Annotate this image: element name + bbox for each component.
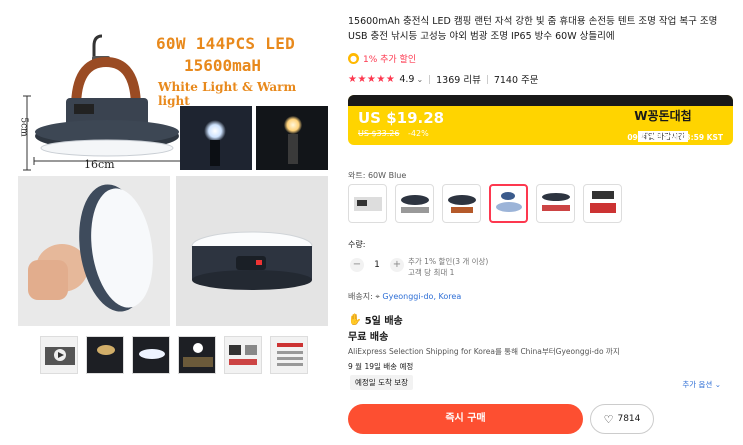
variant-swatch-5[interactable] (536, 184, 575, 223)
delivery-guarantee-badge: 예정일 도착 보장 (350, 375, 414, 390)
promo-text-light: White Light & Warm light (158, 80, 297, 108)
star-rating-icon: ★★★★★ (348, 73, 396, 85)
thumbnail-specs[interactable] (270, 336, 308, 374)
rating-row: ★★★★★ 4.9 ⌄ 1369 리뷰 7140 주문 (348, 72, 539, 87)
sale-logo: W꽁돈대첩 (634, 109, 692, 123)
hand-holding-lantern-photo (18, 176, 170, 326)
coin-icon: ● (348, 53, 359, 64)
variant-swatches (348, 184, 622, 223)
variant-swatch-1[interactable] (348, 184, 387, 223)
sale-end-time: 09월19일 PM 03:59 KST (627, 133, 723, 142)
promo-text-power: 60W 144PCS LED (156, 34, 296, 53)
ship-to-row[interactable]: 배송지: ⌖ Gyeonggi-do, Korea (348, 291, 461, 302)
current-price: US $19.28 (358, 109, 445, 127)
delivery-days: ✋ 5일 배송 (348, 312, 403, 327)
divider (429, 74, 431, 84)
quantity-stepper: − 1 + (350, 258, 404, 272)
quantity-limit-note: 고객 당 최대 1 (408, 268, 455, 277)
coin-promo[interactable]: ● 1% 추가 할인 (348, 52, 416, 65)
delivery-days-text: 5일 배송 (364, 316, 403, 327)
thumbnail-night[interactable] (86, 336, 124, 374)
thumbnail-variants[interactable] (224, 336, 262, 374)
original-price: US $33.26 (358, 129, 400, 138)
delivery-hand-icon: ✋ (348, 313, 362, 326)
quantity-note: 추가 1% 할인(3 개 이상) 고객 당 최대 1 (408, 256, 488, 278)
free-shipping: 무료 배송 (348, 332, 389, 343)
quantity-decrease-button[interactable]: − (350, 258, 364, 272)
variant-label: 와트: 60W Blue (348, 171, 407, 180)
variant-swatch-4-selected[interactable] (489, 184, 528, 223)
banner-top-strip (348, 95, 733, 106)
review-count[interactable]: 1369 리뷰 (436, 72, 481, 86)
original-price-row: US $33.26 -42% (358, 129, 429, 138)
location-pin-icon: ⌖ (375, 292, 380, 301)
hero-banner: 60W 144PCS LED 15600maH White Light & Wa… (14, 10, 332, 175)
quantity-label: 수량: (348, 240, 366, 249)
night-photo-2 (256, 106, 328, 170)
wishlist-button[interactable]: ♡ 7814 (590, 404, 654, 434)
quantity-discount-note: 추가 1% 할인(3 개 이상) (408, 257, 489, 266)
price-banner: US $19.28 US $33.26 -42% W꽁돈대첩 세일 마감시간 0… (348, 95, 733, 145)
heart-icon: ♡ (603, 412, 614, 426)
quantity-input[interactable]: 1 (364, 260, 390, 270)
ship-to-location[interactable]: Gyeonggi-do, Korea (382, 292, 461, 301)
wishlist-count: 7814 (617, 414, 641, 424)
divider (486, 74, 488, 84)
lantern-side-photo (176, 176, 328, 326)
hand-lantern-illustration (28, 184, 153, 312)
order-count: 7140 주문 (493, 75, 539, 86)
more-shipping-options[interactable]: 추가 옵션 ⌄ (682, 379, 721, 390)
thumbnail-outdoor[interactable] (178, 336, 216, 374)
dimension-width-label: 16cm (84, 158, 115, 171)
thumbnail-dark[interactable] (132, 336, 170, 374)
thumbnail-strip (40, 336, 308, 374)
ship-to-label: 배송지: (348, 292, 373, 301)
rating-value: 4.9 (399, 73, 415, 85)
variant-swatch-6[interactable] (583, 184, 622, 223)
lantern-side-illustration (191, 231, 313, 290)
dimension-height-label: 5cm (18, 117, 29, 137)
chevron-down-icon[interactable]: ⌄ (416, 75, 423, 84)
more-options-label: 추가 옵션 (682, 380, 713, 389)
product-title: 15600mAh 충전식 LED 캠핑 랜턴 자석 강한 빛 줌 휴대용 손전등… (348, 16, 718, 42)
chevron-down-icon: ⌄ (714, 380, 721, 389)
product-gallery: 60W 144PCS LED 15600maH White Light & Wa… (14, 10, 332, 430)
main-product-image[interactable]: 60W 144PCS LED 15600maH White Light & Wa… (14, 10, 332, 328)
variant-swatch-2[interactable] (395, 184, 434, 223)
buy-now-button[interactable]: 즉시 구매 (348, 404, 583, 434)
shipping-description: AliExpress Selection Shipping for Korea를… (348, 347, 620, 356)
quantity-increase-button[interactable]: + (390, 258, 404, 272)
coin-promo-text: 1% 추가 할인 (363, 55, 417, 65)
discount-percent: -42% (408, 129, 429, 138)
delivery-eta: 9 월 19일 배송 예정 (348, 362, 414, 371)
variant-swatch-3[interactable] (442, 184, 481, 223)
thumbnail-video[interactable] (40, 336, 78, 374)
promo-text-capacity: 15600maH (184, 56, 262, 75)
product-info-panel: 15600mAh 충전식 LED 캠핑 랜턴 자석 강한 빛 줌 휴대용 손전등… (348, 0, 743, 445)
night-photo-1 (180, 106, 252, 170)
